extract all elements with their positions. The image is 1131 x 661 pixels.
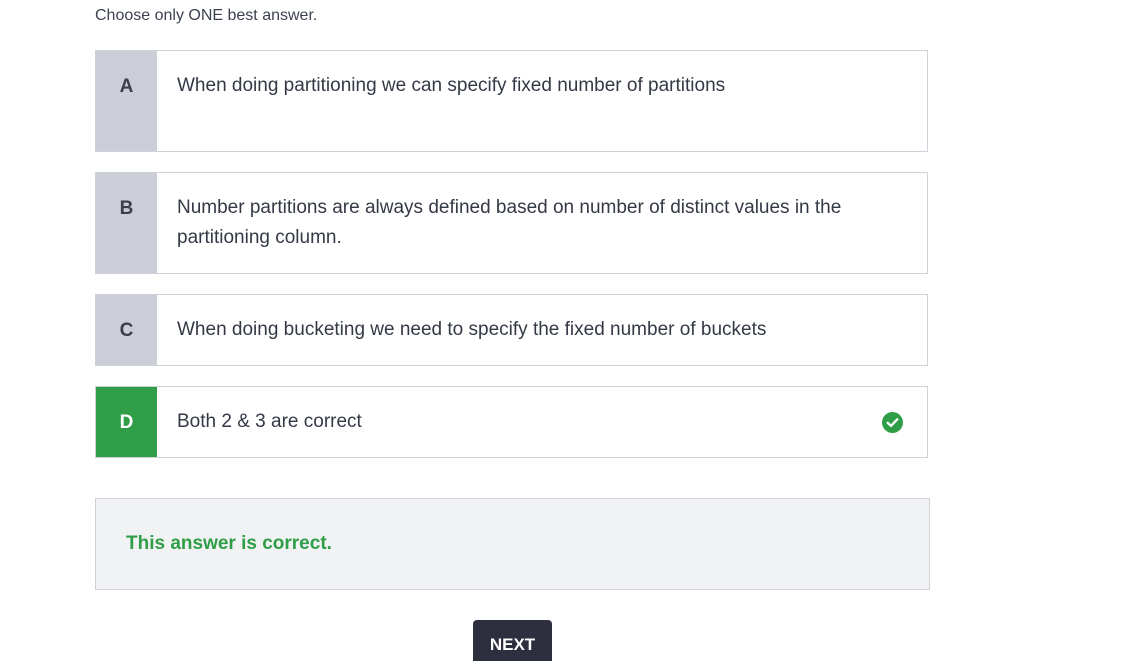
next-button[interactable]: NEXT <box>473 620 552 661</box>
option-letter: B <box>96 173 157 273</box>
check-circle-icon <box>882 412 903 433</box>
quiz-page: Choose only ONE best answer. A When doin… <box>0 0 1131 661</box>
option-text: When doing partitioning we can specify f… <box>177 75 726 96</box>
answer-option-d[interactable]: D Both 2 & 3 are correct <box>95 386 928 458</box>
option-letter: C <box>96 295 157 365</box>
option-letter: A <box>96 51 157 151</box>
option-letter: D <box>96 387 157 457</box>
option-text: When doing bucketing we need to specify … <box>177 319 767 340</box>
feedback-panel: This answer is correct. <box>95 498 930 590</box>
answer-option-c[interactable]: C When doing bucketing we need to specif… <box>95 294 928 366</box>
option-text: Both 2 & 3 are correct <box>177 411 362 432</box>
instruction-text: Choose only ONE best answer. <box>95 7 318 24</box>
feedback-message: This answer is correct. <box>126 533 332 554</box>
answer-option-a[interactable]: A When doing partitioning we can specify… <box>95 50 928 152</box>
answer-option-b[interactable]: B Number partitions are always defined b… <box>95 172 928 274</box>
option-text: Number partitions are always defined bas… <box>177 197 842 248</box>
